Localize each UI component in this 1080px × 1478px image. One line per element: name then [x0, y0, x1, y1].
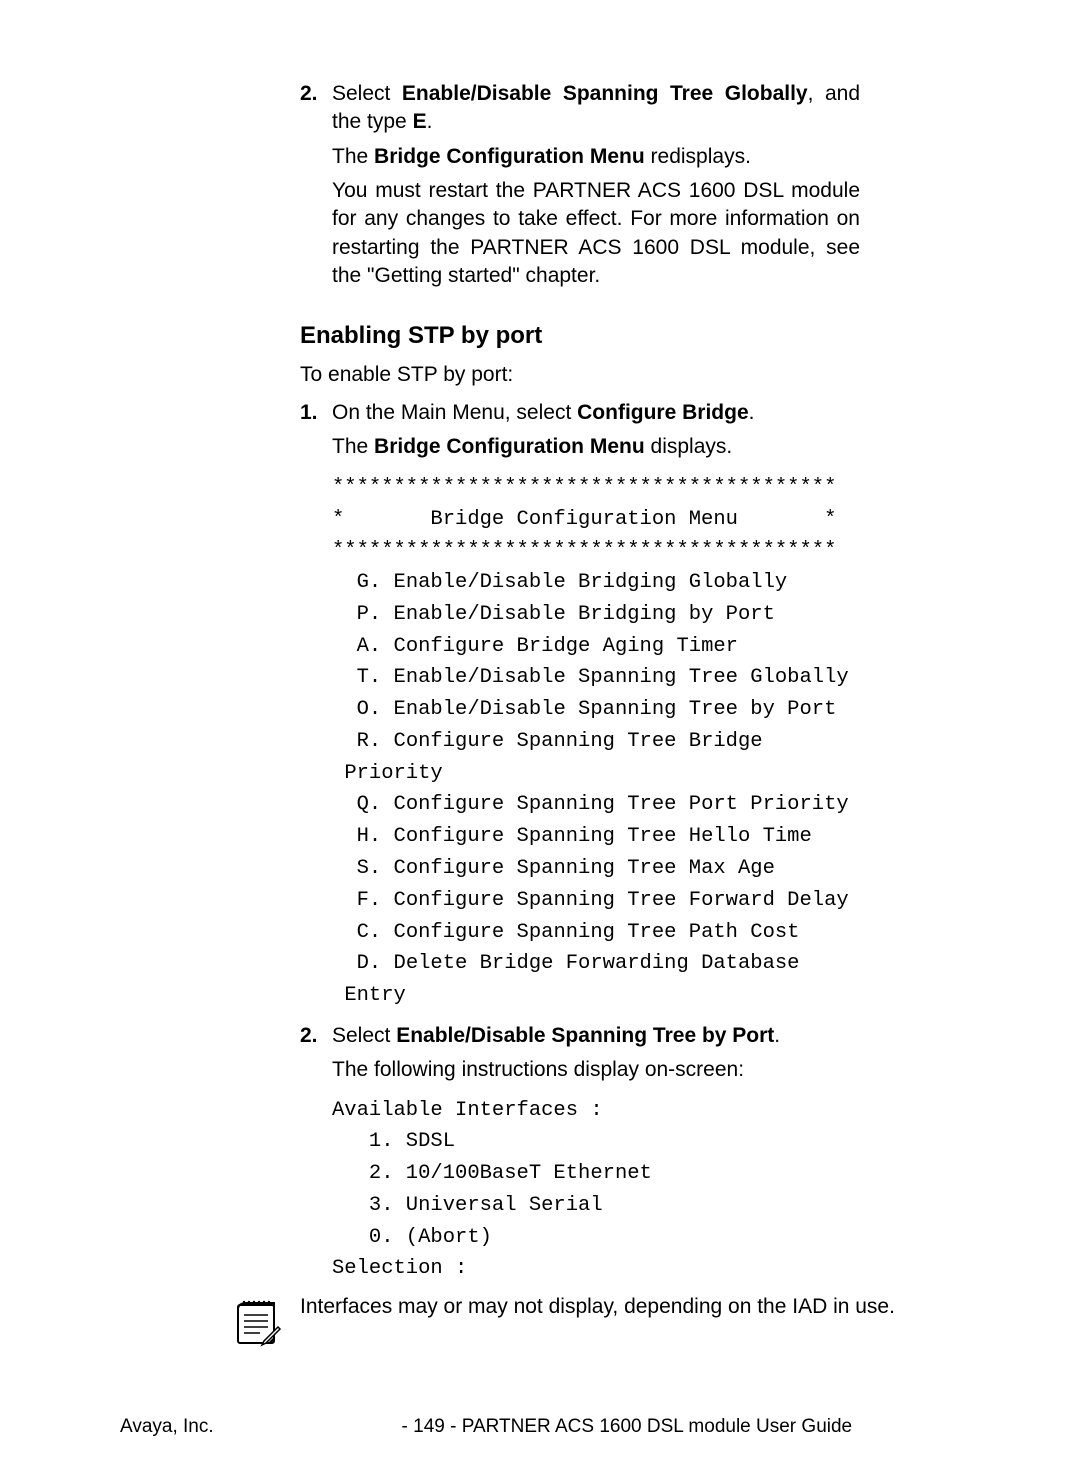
terminal-interfaces: Available Interfaces : 1. SDSL 2. 10/100…: [332, 1095, 860, 1286]
text: On the Main Menu, select: [332, 401, 577, 424]
text: .: [749, 401, 755, 424]
text: The: [332, 435, 374, 458]
bold-text: Enable/Disable Spanning Tree Globally: [402, 82, 808, 105]
terminal-menu: ****************************************…: [332, 472, 860, 1012]
step-2b: 2. Select Enable/Disable Spanning Tree b…: [300, 1022, 860, 1050]
step-number: 2.: [300, 80, 332, 137]
bold-text: Bridge Configuration Menu: [374, 145, 645, 168]
footer-left: Avaya, Inc.: [120, 1416, 214, 1438]
bold-text: E: [413, 110, 427, 133]
bold-text: Enable/Disable Spanning Tree by Port: [396, 1024, 774, 1047]
note-row: Interfaces may or may not display, depen…: [120, 1295, 960, 1356]
text: redisplays.: [645, 145, 751, 168]
note-text: Interfaces may or may not display, depen…: [300, 1295, 960, 1319]
text: Select: [332, 1024, 396, 1047]
step-body: Select Enable/Disable Spanning Tree Glob…: [332, 80, 860, 137]
step-number: 2.: [300, 1022, 332, 1050]
text: .: [774, 1024, 780, 1047]
paragraph: You must restart the PARTNER ACS 1600 DS…: [332, 177, 860, 290]
text: Select: [332, 82, 402, 105]
step-number: 1.: [300, 399, 332, 427]
text: The: [332, 145, 374, 168]
bold-text: Configure Bridge: [577, 401, 749, 424]
document-page: 2. Select Enable/Disable Spanning Tree G…: [0, 0, 1080, 1478]
page-footer: Avaya, Inc. - 149 - PARTNER ACS 1600 DSL…: [120, 1416, 960, 1438]
text: .: [427, 110, 433, 133]
notepad-icon: [230, 1295, 290, 1356]
paragraph: The Bridge Configuration Menu redisplays…: [332, 143, 860, 171]
footer-right: PARTNER ACS 1600 DSL module User Guide: [462, 1416, 852, 1437]
section-heading: Enabling STP by port: [300, 320, 860, 352]
intro-text: To enable STP by port:: [300, 361, 860, 389]
step-1b: 1. On the Main Menu, select Configure Br…: [300, 399, 860, 427]
step-2a: 2. Select Enable/Disable Spanning Tree G…: [300, 80, 860, 137]
step-body: Select Enable/Disable Spanning Tree by P…: [332, 1022, 860, 1050]
text: displays.: [645, 435, 733, 458]
paragraph: The following instructions display on-sc…: [332, 1056, 860, 1084]
main-content: 2. Select Enable/Disable Spanning Tree G…: [300, 80, 860, 1285]
paragraph: The Bridge Configuration Menu displays.: [332, 433, 860, 461]
bold-text: Bridge Configuration Menu: [374, 435, 645, 458]
footer-page-number: - 149 -: [402, 1416, 457, 1437]
step-body: On the Main Menu, select Configure Bridg…: [332, 399, 860, 427]
